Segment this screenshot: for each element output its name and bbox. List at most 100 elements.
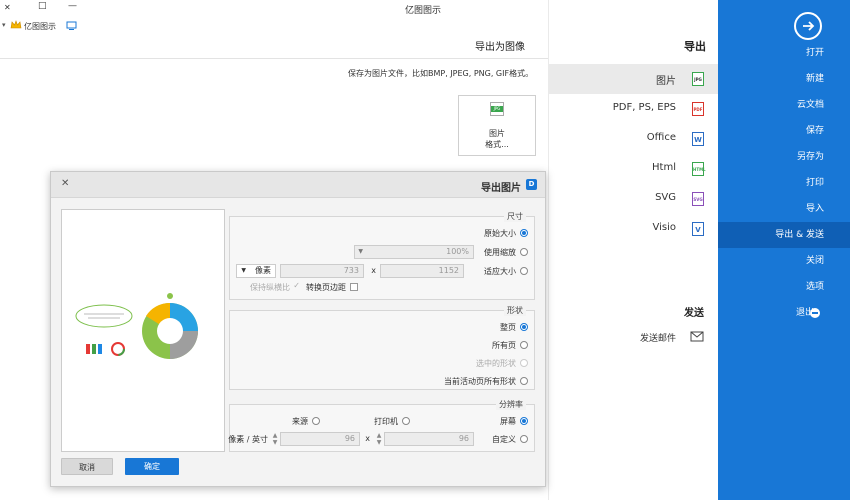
mail-icon (690, 331, 704, 342)
radio-all-pages[interactable] (520, 341, 528, 349)
dpi-x-input[interactable]: 96 (384, 432, 474, 446)
dpi-y-input[interactable]: 96 (280, 432, 360, 446)
visio-icon: V (692, 222, 704, 236)
sidebar-item-import[interactable]: 导入 (718, 196, 850, 222)
pdf-icon: PDF (692, 102, 704, 116)
card-label: 图片 (489, 129, 505, 138)
dpi-x-stepper[interactable]: ▲ ▼ (374, 432, 384, 446)
restore-window-button[interactable]: □ (38, 1, 47, 11)
screen-label: 屏幕 (500, 417, 516, 426)
diagram-preview-image (66, 286, 220, 376)
sidebar-item-export-send[interactable]: 导出 & 发送 (718, 222, 850, 248)
radio-fit-size[interactable] (520, 267, 528, 275)
crown-icon[interactable] (10, 20, 22, 30)
dialog-title-bar: ✕ 导出图片 D (51, 172, 545, 198)
image-preview (61, 209, 225, 452)
radio-original-size[interactable] (520, 229, 528, 237)
radio-current-page-shapes[interactable] (520, 377, 528, 385)
keep-ratio-label: 保持纵横比 (250, 283, 290, 292)
export-item-label: Office (646, 132, 676, 143)
sidebar-item-print[interactable]: 打印 (718, 170, 850, 196)
checkmark-icon[interactable]: ✓ (293, 281, 300, 290)
radio-source[interactable] (312, 417, 320, 425)
size-group: 尺寸 原始大小 使用缩放 100% ▼ 适应大小 1152 x 733 像素 ▼… (229, 211, 535, 300)
minimize-window-button[interactable]: — (68, 1, 77, 11)
close-window-button[interactable]: ✕ (4, 3, 11, 12)
html-icon: HTML (692, 162, 706, 176)
export-item-html[interactable]: HTML Html (548, 154, 718, 184)
zoom-select[interactable]: 100% (354, 245, 474, 259)
export-item-label: 图片 (656, 76, 676, 87)
height-input[interactable]: 733 (280, 264, 364, 278)
radio-selected-shapes[interactable] (520, 359, 528, 367)
selected-shapes-label: 选中的形状 (476, 359, 516, 368)
sidebar-item-new[interactable]: 新建 (718, 66, 850, 92)
sidebar-item-options[interactable]: 选项 (718, 274, 850, 300)
shape-group: 形状 整页 所有页 选中的形状 当前活动页所有形状 (229, 305, 535, 390)
quick-toolbar: ▾ 亿图图示 (0, 18, 80, 34)
dpi-unit-label: 像素 / 英寸 (228, 435, 268, 444)
sidebar-item-cloud[interactable]: 云文档 (718, 92, 850, 118)
radio-custom[interactable] (520, 435, 528, 443)
resolution-group: 分辨率 屏幕 打印机 来源 自定义 96 ▲ ▼ x 96 ▲ ▼ 像素 / 英寸 (228, 399, 535, 452)
send-email-item[interactable]: 发送邮件 (548, 322, 718, 352)
width-input[interactable]: 1152 (380, 264, 464, 278)
times-label: x (365, 434, 370, 443)
sidebar-item-exit[interactable]: 退出 (718, 300, 850, 326)
window-title: 亿图图示 (405, 6, 442, 16)
sidebar-item-open[interactable]: 打开 (718, 40, 850, 66)
export-item-label: SVG (655, 192, 676, 203)
export-item-image[interactable]: JPG 图片 (548, 64, 718, 94)
card-label-sub: 格式... (485, 140, 509, 149)
export-item-office[interactable]: W Office (548, 124, 718, 154)
dialog-title: 导出图片 (481, 183, 521, 194)
chevron-down-icon[interactable]: ▾ (2, 21, 6, 29)
image-format-card[interactable]: JPG 图片 格式... (458, 95, 536, 156)
divider (0, 58, 548, 59)
back-button[interactable] (794, 12, 822, 40)
dpi-y-stepper[interactable]: ▲ ▼ (270, 432, 280, 446)
radio-whole-page[interactable] (520, 323, 528, 331)
export-image-dialog: ✕ 导出图片 D 尺寸 原始大小 使用缩放 100% ▼ 适应大小 1152 x… (50, 171, 546, 487)
shape-group-title: 形状 (504, 305, 526, 316)
radio-use-zoom[interactable] (520, 248, 528, 256)
source-label: 来源 (292, 417, 308, 426)
svg-icon: SVG (692, 192, 704, 206)
export-item-svg[interactable]: SVG SVG (548, 184, 718, 214)
send-heading: 发送 (684, 308, 704, 319)
export-item-label: Visio (652, 222, 676, 233)
times-label: x (371, 266, 376, 275)
sidebar-item-close[interactable]: 关闭 (718, 248, 850, 274)
app-name-label[interactable]: 亿图图示 (24, 21, 56, 32)
sidebar-item-save-as[interactable]: 另存为 (718, 144, 850, 170)
export-item-label: PDF, PS, EPS (612, 102, 676, 113)
export-item-pdf[interactable]: PDF PDF, PS, EPS (548, 94, 718, 124)
chevron-down-icon[interactable]: ▼ (241, 267, 246, 274)
sidebar-item-save[interactable]: 保存 (718, 118, 850, 144)
checkbox-keep-margin[interactable] (350, 283, 358, 291)
cancel-button[interactable]: 取消 (61, 458, 113, 475)
word-icon: W (692, 132, 704, 146)
size-group-title: 尺寸 (504, 211, 526, 222)
chevron-down-icon[interactable]: ▼ (358, 248, 363, 255)
printer-label: 打印机 (374, 417, 398, 426)
original-size-label: 原始大小 (484, 229, 516, 238)
all-pages-label: 所有页 (492, 341, 516, 350)
export-description: 保存为图片文件，比如BMP, JPEG, PNG, GIF格式。 (348, 69, 534, 78)
right-panel-heading: 导出为图像 (475, 42, 525, 53)
use-zoom-label: 使用缩放 (484, 248, 516, 257)
current-page-shapes-label: 当前活动页所有形状 (444, 377, 516, 386)
radio-screen[interactable] (520, 417, 528, 425)
jpg-icon: JPG (692, 72, 704, 86)
radio-printer[interactable] (402, 417, 410, 425)
export-item-label: Html (652, 162, 676, 173)
screen-icon[interactable] (66, 20, 77, 31)
keep-margin-label: 转换页边距 (306, 283, 346, 292)
ok-button[interactable]: 确定 (125, 458, 179, 475)
send-email-label: 发送邮件 (639, 334, 676, 344)
dialog-close-button[interactable]: ✕ (61, 178, 69, 189)
export-item-visio[interactable]: V Visio (548, 214, 718, 244)
export-heading: 导出 (684, 40, 706, 53)
whole-page-label: 整页 (500, 323, 516, 332)
fit-size-label: 适应大小 (484, 267, 516, 276)
